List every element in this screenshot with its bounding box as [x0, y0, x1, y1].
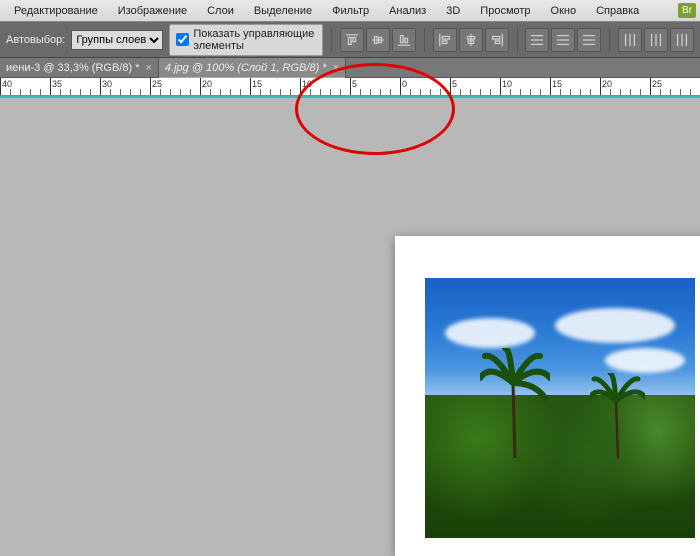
horizontal-ruler[interactable]: 403530252015105051015202530 [0, 78, 700, 96]
align-vcenter-icon[interactable] [366, 28, 390, 52]
close-icon[interactable]: × [333, 62, 339, 74]
separator [331, 28, 332, 52]
align-left-icon[interactable] [433, 28, 457, 52]
show-transform-checkbox[interactable]: Показать управляющие элементы [169, 24, 323, 56]
canvas-area[interactable] [0, 96, 700, 500]
separator [424, 28, 425, 52]
distribute-vcenter-icon[interactable] [551, 28, 575, 52]
document-tab-1[interactable]: иени-3 @ 33,3% (RGB/8) * × [0, 58, 159, 77]
palm-tree [480, 348, 550, 458]
foliage [425, 395, 695, 538]
bridge-button[interactable]: Br [678, 3, 696, 18]
align-bottom-icon[interactable] [392, 28, 416, 52]
distribute-bottom-icon[interactable] [577, 28, 601, 52]
ruler-label: 40 [2, 79, 12, 89]
document-canvas[interactable] [395, 236, 700, 556]
menu-help[interactable]: Справка [586, 2, 649, 20]
menu-edit[interactable]: Редактирование [4, 2, 108, 20]
show-transform-label: Показать управляющие элементы [193, 28, 316, 52]
align-hcenter-icon[interactable] [459, 28, 483, 52]
ruler-label: 5 [352, 79, 357, 89]
menu-view[interactable]: Просмотр [470, 2, 540, 20]
align-top-icon[interactable] [340, 28, 364, 52]
distribute-left-icon[interactable] [618, 28, 642, 52]
auto-select-label: Автовыбор: [6, 34, 65, 46]
menu-bar: Редактирование Изображение Слои Выделени… [0, 0, 700, 22]
distribute-group-2 [618, 28, 694, 52]
show-transform-input[interactable] [176, 33, 189, 46]
ruler-label: 15 [552, 79, 562, 89]
menu-image[interactable]: Изображение [108, 2, 197, 20]
cloud [555, 308, 675, 343]
align-right-icon[interactable] [485, 28, 509, 52]
palm-tree [590, 373, 645, 458]
ruler-label: 10 [502, 79, 512, 89]
menu-filter[interactable]: Фильтр [322, 2, 379, 20]
auto-select-dropdown[interactable]: Группы слоев [71, 30, 163, 50]
close-icon[interactable]: × [145, 62, 151, 74]
separator [517, 28, 518, 52]
ruler-label: 30 [102, 79, 112, 89]
distribute-hcenter-icon[interactable] [644, 28, 668, 52]
ruler-label: 20 [202, 79, 212, 89]
cloud [605, 348, 685, 373]
canvas-top-edge [0, 96, 700, 98]
cloud [445, 318, 535, 348]
ruler-label: 25 [152, 79, 162, 89]
document-tab-label: 4.jpg @ 100% (Слой 1, RGB/8) * [165, 62, 327, 74]
align-group-2 [433, 28, 509, 52]
options-bar: Автовыбор: Группы слоев Показать управля… [0, 22, 700, 58]
ruler-label: 5 [452, 79, 457, 89]
distribute-group-1 [525, 28, 601, 52]
align-group-1 [340, 28, 416, 52]
document-tab-2[interactable]: 4.jpg @ 100% (Слой 1, RGB/8) * × [159, 58, 346, 77]
menu-select[interactable]: Выделение [244, 2, 322, 20]
ruler-label: 25 [652, 79, 662, 89]
menu-analysis[interactable]: Анализ [379, 2, 436, 20]
ruler-label: 20 [602, 79, 612, 89]
distribute-right-icon[interactable] [670, 28, 694, 52]
menu-3d[interactable]: 3D [436, 2, 470, 20]
ruler-label: 15 [252, 79, 262, 89]
ruler-label: 35 [52, 79, 62, 89]
ruler-label: 0 [402, 79, 407, 89]
menu-layers[interactable]: Слои [197, 2, 244, 20]
ruler-label: 10 [302, 79, 312, 89]
document-tab-label: иени-3 @ 33,3% (RGB/8) * [6, 62, 139, 74]
image-content [425, 278, 695, 538]
distribute-top-icon[interactable] [525, 28, 549, 52]
separator [609, 28, 610, 52]
document-tab-bar: иени-3 @ 33,3% (RGB/8) * × 4.jpg @ 100% … [0, 58, 700, 78]
menu-window[interactable]: Окно [541, 2, 587, 20]
